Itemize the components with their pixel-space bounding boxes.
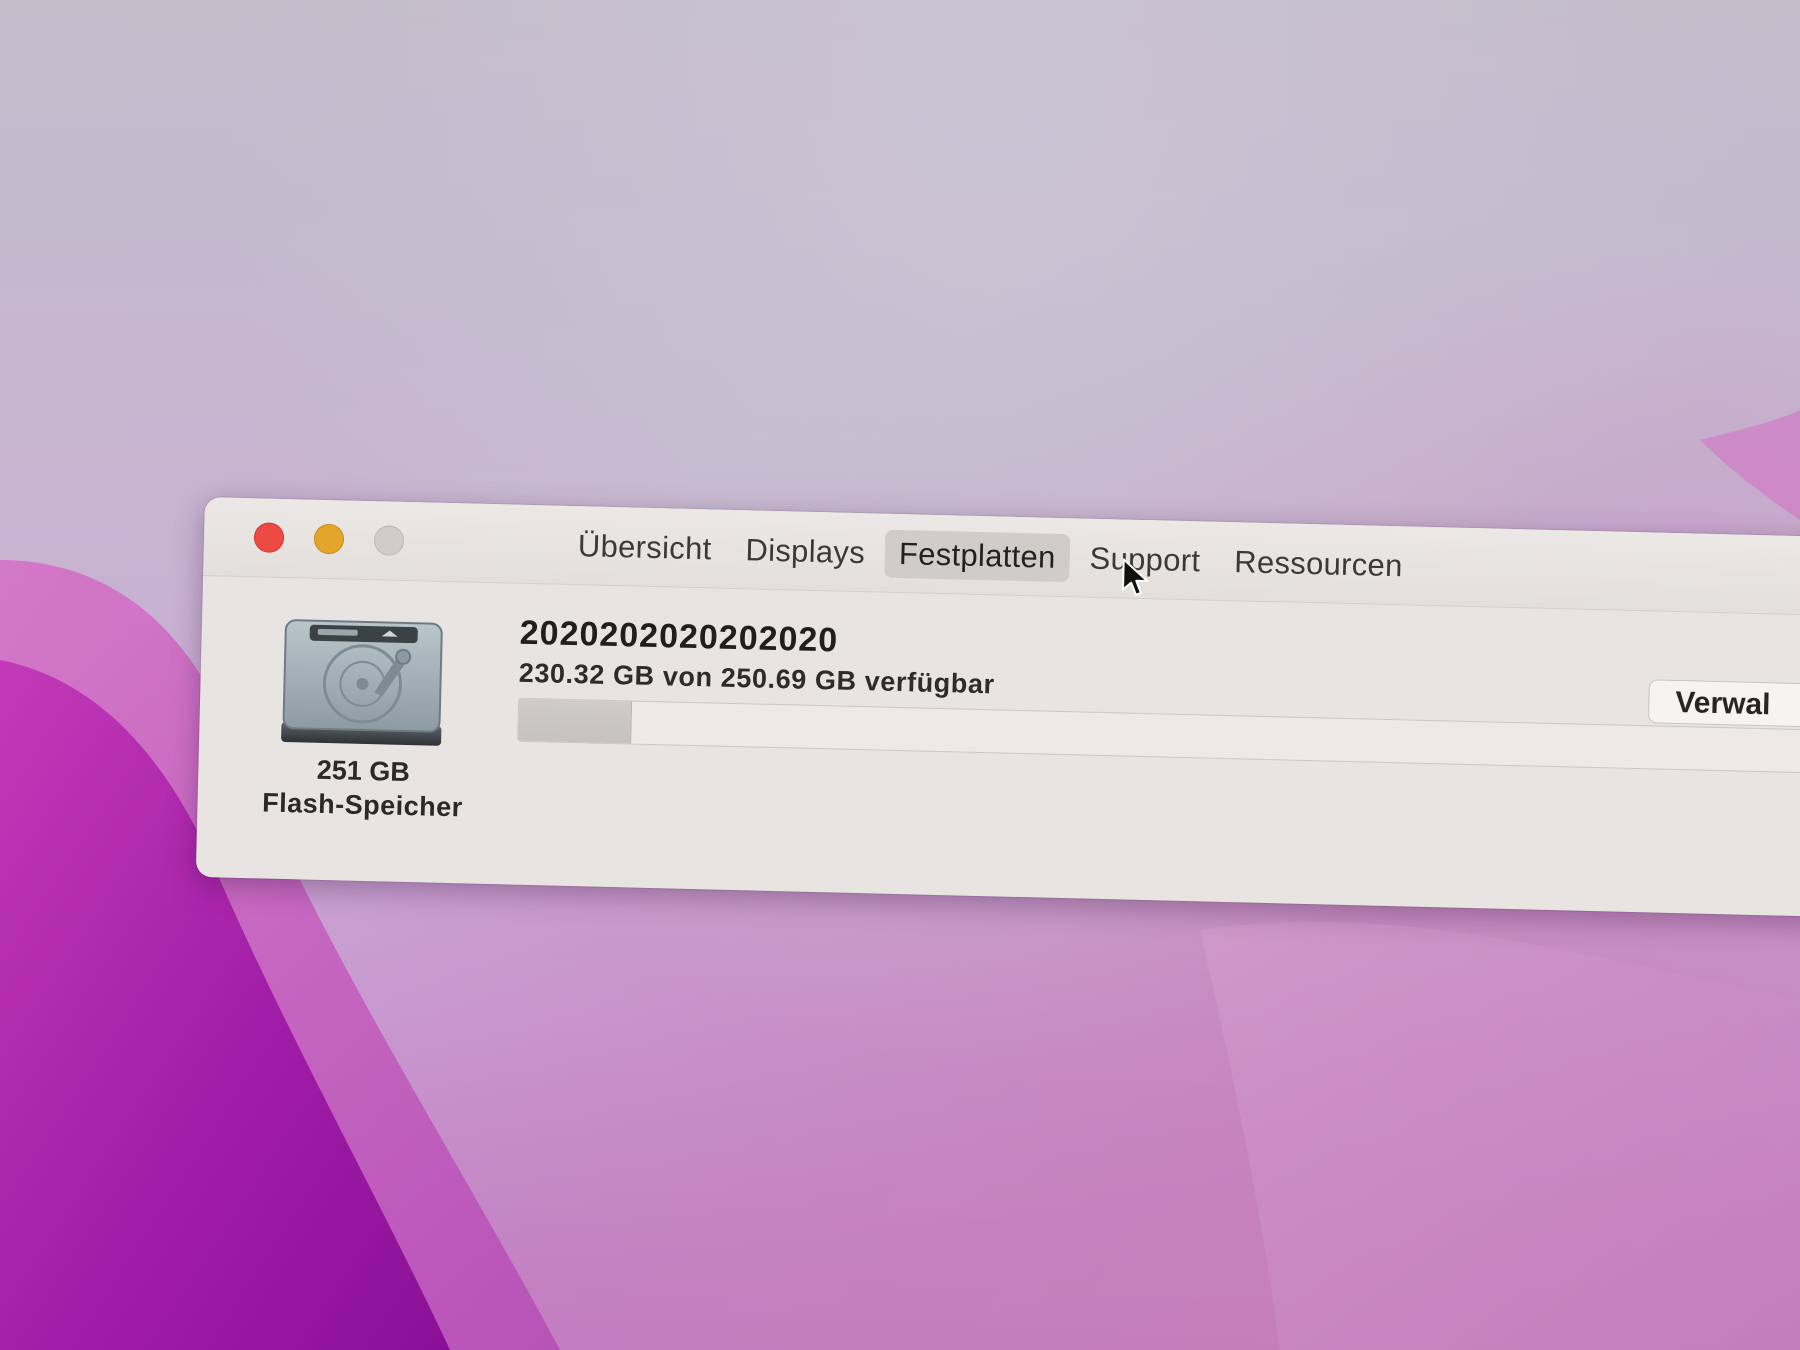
- volume-usage-text: 230.32 GB von 250.69 GB verfügbar: [518, 657, 996, 700]
- storage-panel: 251 GB Flash-Speicher 2020202020202020 2…: [196, 576, 1800, 917]
- close-window-button[interactable]: [253, 522, 285, 553]
- tab-overview[interactable]: Übersicht: [563, 522, 726, 574]
- hard-drive-icon: [281, 619, 443, 746]
- disk-type-label: Flash-Speicher: [261, 787, 464, 823]
- tab-resources[interactable]: Ressourcen: [1220, 538, 1418, 591]
- tab-storage[interactable]: Festplatten: [884, 529, 1071, 583]
- manage-button[interactable]: Verwal: [1647, 679, 1800, 729]
- about-this-mac-window: Übersicht Displays Festplatten Support R…: [195, 497, 1800, 917]
- volume-name: 2020202020202020: [519, 613, 839, 660]
- zoom-window-button[interactable]: [373, 525, 405, 556]
- tab-bar: Übersicht Displays Festplatten Support R…: [563, 522, 1417, 591]
- disk-capacity-label: 251 GB: [316, 754, 411, 788]
- minimize-window-button[interactable]: [313, 523, 345, 555]
- tab-displays[interactable]: Displays: [731, 526, 880, 578]
- mouse-pointer-icon: [1122, 558, 1149, 596]
- storage-usage-bar: [517, 697, 1800, 776]
- storage-usage-fill: [518, 698, 633, 744]
